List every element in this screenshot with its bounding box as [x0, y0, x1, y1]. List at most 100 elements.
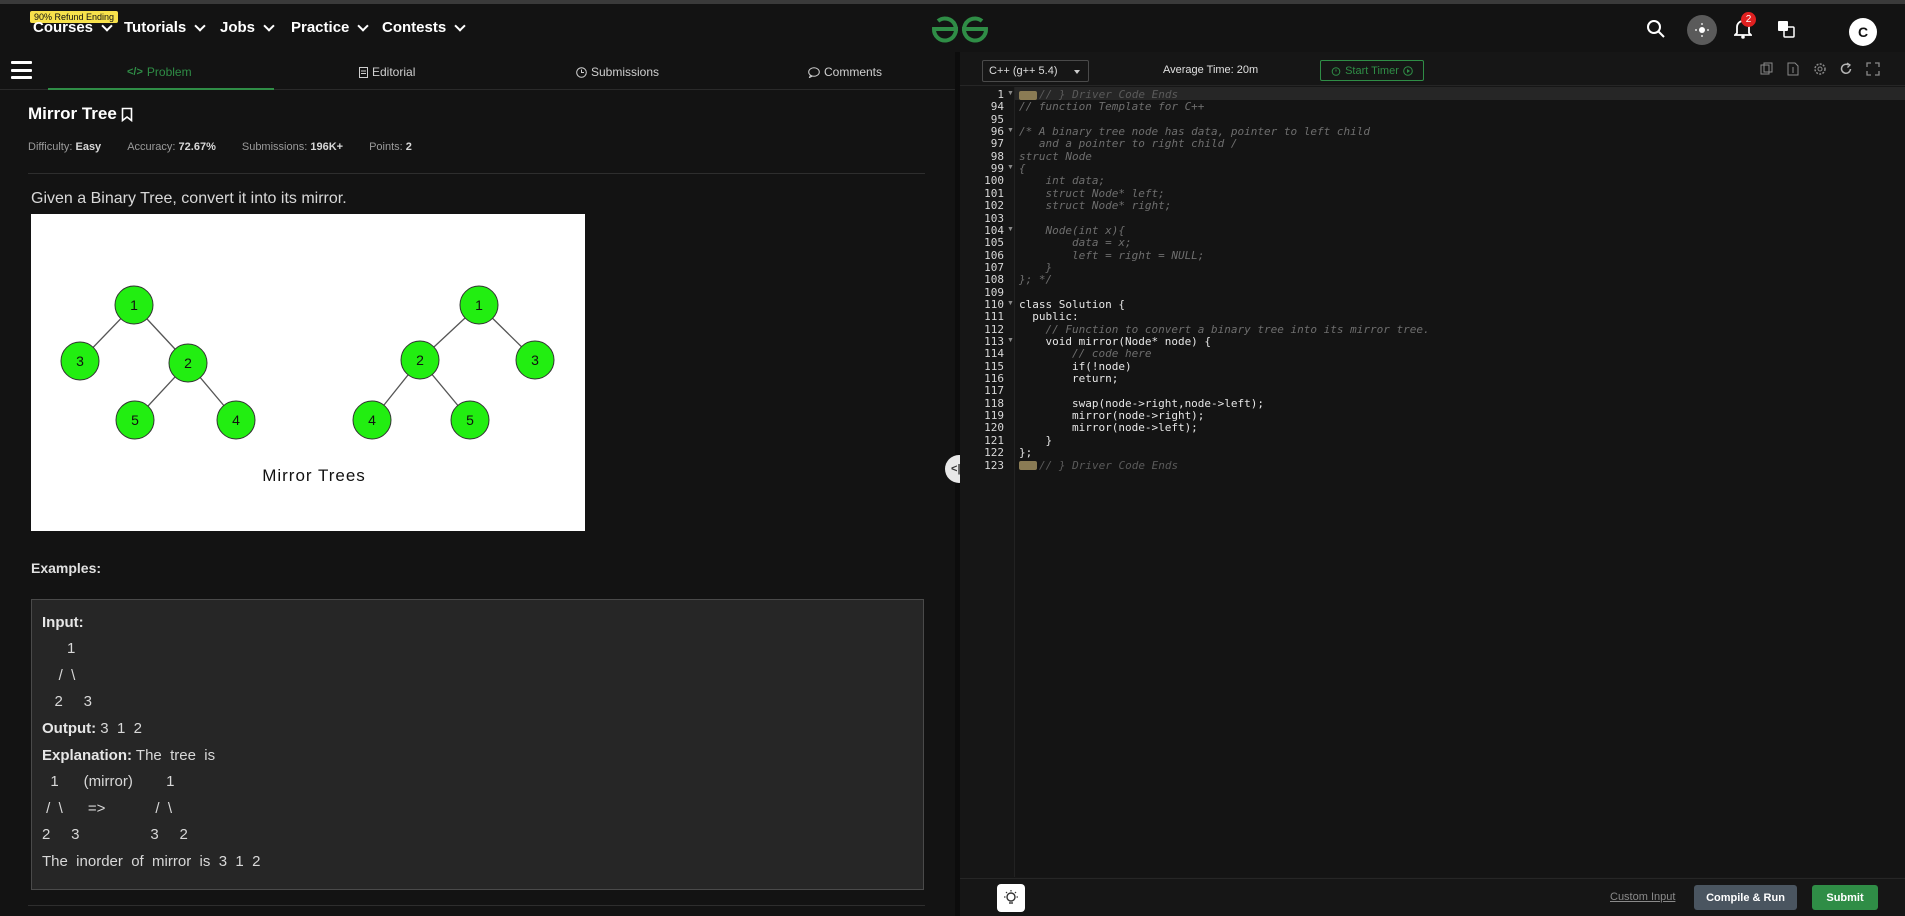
search-icon[interactable]	[1643, 16, 1669, 42]
code-line: };	[1019, 446, 1033, 460]
start-timer-button[interactable]: Start Timer	[1320, 60, 1424, 81]
problem-title-row: Mirror Tree	[28, 104, 133, 124]
lightbulb-icon[interactable]	[997, 884, 1025, 912]
line-number: 110	[984, 297, 1004, 311]
line-number: 122	[984, 446, 1004, 460]
settings-icon[interactable]	[1813, 62, 1827, 76]
tree-node: 2	[184, 355, 192, 371]
tree-node: 4	[368, 412, 376, 428]
comment-icon	[808, 66, 820, 78]
nav-tutorials[interactable]: Tutorials	[124, 19, 206, 36]
line-number: 1	[997, 88, 1004, 101]
reset-icon[interactable]	[1839, 62, 1853, 76]
explanation-line: Explanation: The tree is	[42, 747, 216, 764]
input-line: 1	[42, 640, 76, 657]
line-number: 107	[984, 260, 1004, 274]
line-number: 99	[990, 162, 1004, 176]
tree-node: 1	[130, 297, 138, 313]
translate-icon[interactable]	[1773, 16, 1799, 42]
tab-editorial[interactable]: Editorial	[359, 65, 415, 79]
play-icon	[1403, 65, 1413, 76]
notification-count: 2	[1741, 12, 1756, 27]
tree-node: 1	[475, 297, 483, 313]
line-number: 118	[984, 396, 1004, 410]
code-editor[interactable]: // } Driver Code Ends// function Templat…	[1014, 87, 1905, 877]
caret-down-icon	[1074, 70, 1080, 74]
nav-courses[interactable]: Courses	[33, 19, 113, 36]
sun-icon	[1695, 23, 1709, 37]
code-line: // } Driver Code Ends	[1019, 88, 1178, 101]
compile-run-button[interactable]: Compile & Run	[1694, 885, 1797, 910]
document-icon	[359, 66, 368, 78]
code-line: struct Node* left;	[1019, 186, 1165, 200]
active-tab-indicator	[48, 88, 274, 90]
line-number: 117	[984, 384, 1004, 398]
line-number: 114	[984, 347, 1004, 361]
tree-node: 2	[416, 352, 424, 368]
code-line: public:	[1019, 310, 1079, 324]
problem-title: Mirror Tree	[28, 104, 117, 123]
user-avatar[interactable]: C	[1849, 18, 1877, 46]
tree-node: 4	[232, 412, 240, 428]
average-time: Average Time: 20m	[1163, 64, 1259, 76]
folded-code-marker[interactable]	[1019, 90, 1037, 100]
tab-comments[interactable]: Comments	[808, 65, 882, 79]
line-number: 106	[984, 248, 1004, 262]
example-box: Input: 1 / \ 2 3 Output: 3 1 2 Explanati…	[31, 599, 924, 890]
language-select[interactable]: C++ (g++ 5.4)	[982, 60, 1089, 82]
gfg-logo[interactable]	[930, 14, 990, 44]
fold-arrow-icon[interactable]: ▼	[1007, 127, 1014, 134]
clock-icon	[576, 66, 587, 78]
submissions-count: Submissions: 196K+	[241, 141, 344, 153]
accuracy: Accuracy: 72.67%	[127, 141, 216, 153]
tree-node: 3	[76, 353, 84, 369]
tree-node: 3	[531, 352, 539, 368]
nav-practice[interactable]: Practice	[291, 19, 370, 36]
line-number: 123	[984, 458, 1004, 472]
line-number-gutter: 1 ▼ 94 95 96 ▼ 97 98 99 ▼ 100 101 102 103 104 ▼ 105 106 10…	[960, 87, 1014, 877]
menu-icon[interactable]	[11, 61, 32, 79]
examples-heading: Examples:	[31, 560, 102, 576]
line-number: 97	[990, 137, 1004, 151]
fold-arrow-icon[interactable]: ▼	[1007, 90, 1014, 97]
line-number: 104	[984, 223, 1004, 237]
code-line: struct Node	[1019, 149, 1092, 163]
submit-button[interactable]: Submit	[1812, 885, 1878, 910]
custom-input-link[interactable]: Custom Input	[1610, 891, 1675, 903]
theme-toggle-button[interactable]	[1687, 15, 1717, 45]
line-number: 116	[984, 372, 1004, 386]
nav-jobs[interactable]: Jobs	[220, 19, 275, 36]
tree-node: 5	[466, 412, 474, 428]
code-line: mirror(node->right);	[1019, 409, 1205, 423]
mirror-tree-image: 1 3 2 5 4 1 2 3 4 5 Mirror Trees	[31, 214, 585, 531]
chevron-down-icon	[101, 19, 113, 32]
line-number: 95	[990, 112, 1004, 126]
line-number: 105	[984, 236, 1004, 250]
timer-icon	[1331, 66, 1341, 76]
fold-arrow-icon[interactable]: ▼	[1007, 300, 1014, 307]
divider	[28, 173, 925, 174]
fold-arrow-icon[interactable]: ▼	[1007, 226, 1014, 233]
fold-arrow-icon[interactable]: ▼	[1007, 337, 1014, 344]
code-line: int data;	[1019, 174, 1106, 188]
chevron-down-icon	[357, 19, 370, 32]
tab-submissions[interactable]: Submissions	[576, 65, 659, 79]
line-number: 102	[984, 199, 1004, 213]
line-number: 98	[990, 149, 1004, 163]
explanation-tree-line: / \ => / \	[42, 800, 173, 817]
code-icon: </>	[127, 66, 143, 78]
folded-code-marker[interactable]	[1019, 461, 1037, 470]
input-line: / \	[42, 667, 76, 684]
output-line: Output: 3 1 2	[42, 720, 143, 737]
nav-contests[interactable]: Contests	[382, 19, 466, 36]
line-number: 94	[990, 100, 1004, 114]
fullscreen-icon[interactable]	[1866, 62, 1880, 76]
code-line: {	[1019, 162, 1026, 176]
fold-arrow-icon[interactable]: ▼	[1007, 164, 1014, 171]
bookmark-icon[interactable]	[121, 107, 133, 122]
image-caption: Mirror Trees	[262, 466, 366, 485]
upload-file-icon[interactable]	[1786, 62, 1800, 76]
code-line: class Solution {	[1019, 297, 1125, 311]
copy-icon[interactable]	[1760, 62, 1774, 76]
tab-problem[interactable]: </> Problem	[127, 65, 192, 79]
